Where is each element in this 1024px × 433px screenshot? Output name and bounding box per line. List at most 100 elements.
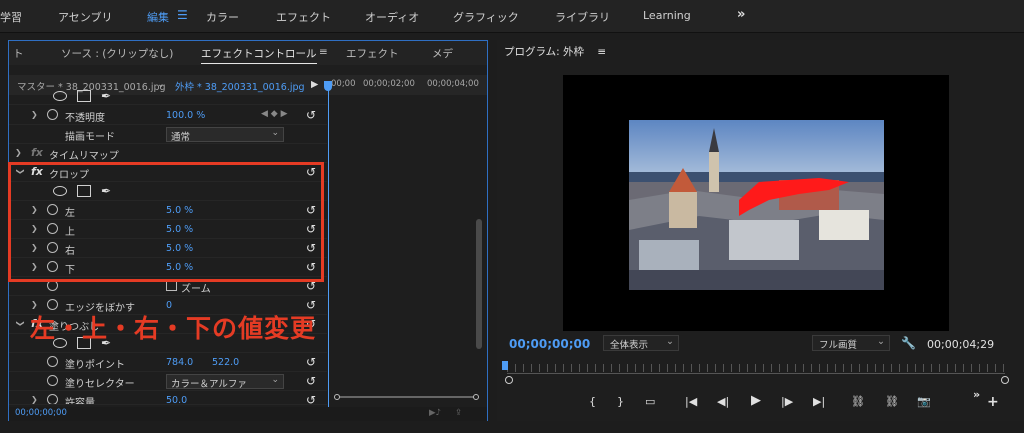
panel-tabs: ト ソース : (クリップなし) エフェクトコントロール ≡ エフェクト メデ	[9, 41, 487, 65]
play-only-icon[interactable]: ▶	[311, 79, 318, 90]
add-button-icon[interactable]: +	[987, 394, 999, 410]
playhead-line	[328, 81, 329, 411]
zoom-handle-right[interactable]	[1001, 376, 1009, 384]
program-title: プログラム: 外枠	[504, 46, 585, 58]
step-back-button[interactable]: ◀|	[717, 395, 729, 408]
clear-marks-button[interactable]: ▭	[645, 395, 655, 408]
vertical-scrollbar[interactable]	[476, 219, 482, 349]
wrench-icon[interactable]: 🔧	[901, 336, 916, 350]
mark-in-button[interactable]: {	[589, 395, 596, 408]
param-label: 塗りポイント	[65, 360, 125, 371]
workspace-tab-color[interactable]: カラー	[206, 9, 239, 25]
workspace-tab-audio[interactable]: オーディオ	[365, 9, 419, 25]
chevron-down-icon: ⌄	[877, 336, 885, 347]
horizontal-scrollbar[interactable]	[334, 394, 479, 400]
ellipse-mask-icon[interactable]	[53, 91, 67, 101]
workspace-tab-libraries[interactable]: ライブラリ	[555, 9, 610, 25]
lift-icon[interactable]: ⛓	[851, 395, 865, 408]
tab-menu-icon[interactable]: ≡	[319, 46, 328, 58]
more-workspaces-icon[interactable]: »	[737, 7, 745, 22]
fill-selector-dropdown[interactable]: カラー＆アルファ ⌄	[166, 374, 284, 390]
export-frame-icon[interactable]: ⇪	[455, 408, 462, 418]
param-value[interactable]: 50.0	[166, 395, 187, 404]
param-row-tolerance: ❯ 許容量 50.0 ↺	[9, 391, 327, 405]
blend-mode-dropdown[interactable]: 通常 ⌄	[166, 127, 284, 143]
extract-icon[interactable]: ⛓	[885, 395, 899, 408]
workspace-tab-edit[interactable]: 編集	[147, 9, 169, 25]
annotation-text: 左・上・右・下の値変更	[30, 314, 317, 343]
tab-effects[interactable]: エフェクト	[346, 46, 399, 61]
expand-chevron-icon[interactable]: ❯	[31, 300, 38, 309]
play-button[interactable]: ▶	[751, 393, 761, 408]
collapse-chevron-icon[interactable]: ❯	[16, 320, 25, 327]
ruler-tick-label: 00;00;04;00	[427, 79, 479, 89]
keyframe-nav-icon[interactable]: ◀ ◆ ▶	[261, 109, 288, 119]
panel-footer: 00;00;00;00 ▶♪ ⇪	[9, 407, 487, 421]
preview-image	[629, 120, 884, 290]
param-value-y[interactable]: 522.0	[212, 357, 239, 368]
go-to-out-button[interactable]: ▶|	[813, 395, 825, 408]
dropdown-value: フル画質	[819, 340, 858, 351]
panel-menu-icon[interactable]: ≡	[597, 46, 606, 58]
param-label: 描画モード	[65, 132, 115, 143]
param-row-blend-mode: 描画モード 通常 ⌄	[9, 125, 327, 144]
mark-out-button[interactable]: }	[617, 395, 624, 408]
more-buttons-icon[interactable]: »	[973, 388, 980, 401]
mini-timeline-ruler[interactable]: 00;00 00;00;02;00 00;00;04;00	[327, 75, 487, 95]
param-value[interactable]: 100.0 %	[166, 110, 205, 121]
param-value-x[interactable]: 784.0	[166, 357, 193, 368]
expand-chevron-icon[interactable]: ❯	[31, 110, 38, 119]
param-label: 塗りセレクター	[65, 379, 135, 390]
stopwatch-icon[interactable]	[47, 394, 58, 404]
tab-media[interactable]: メデ	[432, 46, 453, 61]
playback-quality-dropdown[interactable]: フル画質 ⌄	[812, 335, 890, 351]
workspace-menu-icon[interactable]: ☰	[177, 8, 188, 22]
go-to-in-button[interactable]: |◀	[685, 395, 697, 408]
dropdown-value: カラー＆アルファ	[171, 379, 247, 390]
expand-chevron-icon[interactable]: ❯	[15, 148, 22, 157]
expand-chevron-icon[interactable]: ❯	[31, 395, 38, 404]
tab-prev[interactable]: ト	[13, 46, 24, 61]
workspace-tab-learning[interactable]: Learning	[643, 9, 691, 22]
dropdown-value: 全体表示	[610, 340, 649, 351]
reset-icon[interactable]: ↺	[306, 393, 316, 404]
fx-icon: fx	[31, 146, 43, 159]
tab-source[interactable]: ソース : (クリップなし)	[61, 46, 173, 61]
video-frame[interactable]	[563, 75, 949, 331]
zoom-scrollbar[interactable]	[507, 373, 1005, 379]
workspace-tab-graphics[interactable]: グラフィック	[453, 9, 519, 25]
crop-params-highlight	[8, 162, 324, 282]
reset-icon[interactable]: ↺	[306, 108, 316, 122]
stopwatch-icon[interactable]	[47, 375, 58, 386]
audio-scrub-icon[interactable]: ▶♪	[429, 408, 441, 418]
zoom-handle-left[interactable]	[505, 376, 513, 384]
param-row-fill-point: 塗りポイント 784.0 522.0 ↺	[9, 353, 327, 372]
program-monitor-panel: プログラム: 外枠 ≡ 00;00;00;00 全体表示 ⌄ フル画質 ⌄ 🔧 …	[497, 40, 1024, 421]
current-timecode[interactable]: 00;00;00;00	[509, 337, 590, 351]
zoom-fit-dropdown[interactable]: 全体表示 ⌄	[603, 335, 679, 351]
duration-timecode: 00;00;04;29	[927, 338, 995, 351]
rectangle-mask-icon[interactable]	[77, 90, 91, 102]
checkbox-label: ズーム	[181, 284, 211, 295]
workspace-tab-assembly[interactable]: アセンブリ	[58, 9, 112, 25]
dropdown-value: 通常	[171, 132, 191, 143]
opacity-mask-shapes: ✒	[9, 89, 327, 105]
step-forward-button[interactable]: |▶	[781, 395, 793, 408]
footer-timecode[interactable]: 00;00;00;00	[15, 408, 67, 418]
pen-mask-icon[interactable]: ✒	[101, 89, 111, 103]
chevron-down-icon: ⌄	[271, 375, 279, 385]
tab-effect-controls[interactable]: エフェクトコントロール	[201, 46, 317, 64]
sequence-clip-label[interactable]: 外枠 * 38_200331_0016.jpg	[175, 79, 305, 93]
camera-icon[interactable]: 📷	[917, 395, 931, 408]
reset-icon[interactable]: ↺	[306, 355, 316, 369]
stopwatch-icon[interactable]	[47, 356, 58, 367]
reset-icon[interactable]: ↺	[306, 374, 316, 388]
chevron-down-icon: ⌄	[666, 336, 674, 347]
stopwatch-icon[interactable]	[47, 109, 58, 120]
workspace-tab-effects[interactable]: エフェクト	[276, 9, 331, 25]
workspace-tab-learn[interactable]: 学習	[0, 9, 22, 25]
playhead-handle[interactable]	[502, 361, 508, 370]
master-clip-label[interactable]: マスター * 38_200331_0016.jpg	[17, 79, 166, 93]
param-label: 許容量	[65, 398, 95, 405]
timeline-ruler[interactable]	[507, 364, 1005, 372]
